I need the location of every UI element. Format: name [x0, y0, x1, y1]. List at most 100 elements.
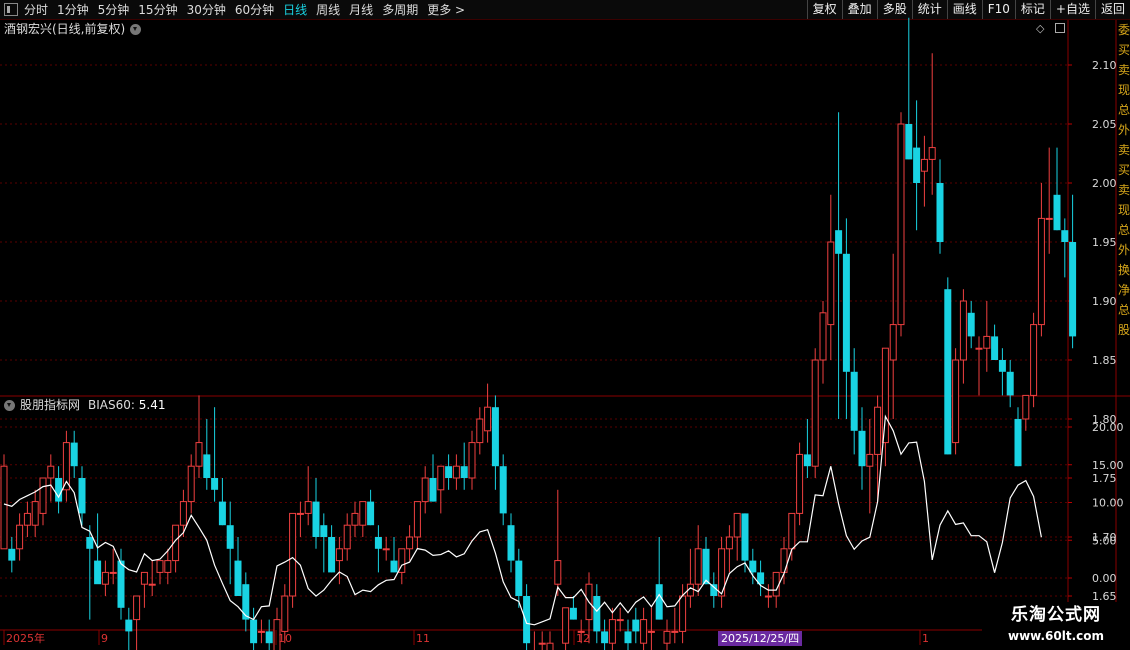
- candle-body-up: [928, 147, 936, 160]
- indicator-label: BIAS60:: [88, 398, 135, 412]
- candle-body-down: [390, 560, 398, 573]
- cursor-date-label: 2025/12/25/四: [718, 631, 803, 646]
- price-axis-label: 1.95: [1092, 236, 1117, 249]
- candle-body-up: [772, 571, 780, 597]
- watermark-title: 乐淘公式网: [1011, 605, 1101, 625]
- candle-body-up: [764, 595, 772, 598]
- candle-body-up: [16, 524, 24, 550]
- candle-body-down: [998, 360, 1006, 372]
- candle-body-up: [608, 619, 616, 644]
- candle-body-up: [39, 477, 47, 514]
- candle-body-up: [827, 241, 835, 326]
- date-axis-label: 11: [416, 632, 430, 645]
- candle-body-up: [554, 560, 562, 585]
- candle-body-down: [624, 631, 632, 644]
- candle-body-up: [811, 359, 819, 467]
- indicator-name[interactable]: 股朋指标网: [20, 397, 80, 413]
- candle-body-down: [250, 619, 258, 644]
- candle-body-down: [211, 478, 219, 490]
- candle-body-up: [109, 571, 117, 574]
- candle-body-down: [491, 407, 499, 467]
- candle-body-down: [374, 537, 382, 549]
- candle-body-down: [86, 537, 94, 549]
- main-panel-header: 酒钢宏兴(日线,前复权): [4, 21, 142, 37]
- kline-chart[interactable]: 2.102.052.001.951.901.851.801.751.701.65…: [0, 0, 1130, 650]
- candle-body-up: [959, 300, 967, 361]
- candle-body-up: [562, 607, 570, 644]
- candle-body-up: [546, 642, 554, 650]
- date-axis-label: 9: [101, 632, 108, 645]
- date-axis-label: 10: [278, 632, 292, 645]
- candle-body-down: [710, 584, 718, 596]
- price-axis-label: 1.75: [1092, 472, 1117, 485]
- candle-body-up: [694, 548, 702, 585]
- date-axis-label: 12: [576, 632, 590, 645]
- candle-body-up: [476, 418, 484, 444]
- candle-body-down: [8, 548, 16, 561]
- candle-body-down: [842, 253, 850, 372]
- candle-body-down: [741, 513, 749, 561]
- candle-body-up: [195, 442, 203, 467]
- candle-body-up: [788, 512, 796, 550]
- chevron-down-icon[interactable]: [130, 23, 142, 35]
- watermark: 乐淘公式网 www.60lt.com: [982, 602, 1130, 650]
- chevron-down-icon[interactable]: [4, 399, 15, 411]
- candle-body-up: [343, 524, 351, 550]
- candle-body-up: [437, 465, 445, 491]
- indicator-value: 5.41: [138, 398, 166, 412]
- candle-body-up: [952, 359, 960, 444]
- candle-body-up: [359, 501, 367, 526]
- price-axis-label: 2.05: [1092, 118, 1117, 131]
- candle-body-up: [382, 548, 390, 551]
- candle-body-down: [94, 560, 102, 585]
- candle-body-down: [1069, 242, 1077, 337]
- candle-body-down: [803, 454, 811, 467]
- indicator-axis-label: 5.00: [1092, 534, 1117, 547]
- candle-body-up: [133, 595, 141, 621]
- candle-body-down: [967, 312, 975, 337]
- candle-body-down: [523, 596, 531, 644]
- candle-body-down: [601, 631, 609, 644]
- candle-body-up: [640, 619, 648, 644]
- candle-body-down: [312, 501, 320, 537]
- candle-body-up: [164, 560, 172, 573]
- candle-body-down: [1014, 419, 1022, 467]
- candle-body-down: [936, 183, 944, 242]
- candle-body-down: [203, 454, 211, 478]
- candle-body-down: [913, 147, 921, 183]
- candle-body-down: [70, 442, 78, 467]
- diamond-icon[interactable]: ◇: [1036, 22, 1044, 35]
- watermark-url: www.60lt.com: [1007, 629, 1105, 643]
- quote-sidebar-edge[interactable]: 委买卖现总外卖买卖现总外换净总股: [1118, 20, 1130, 630]
- candle-body-down: [702, 548, 710, 585]
- candle-body-up: [156, 560, 164, 573]
- candle-body-down: [320, 525, 328, 537]
- indicator-axis-label: 0.00: [1092, 572, 1117, 585]
- candle-body-up: [881, 347, 889, 444]
- candle-body-down: [593, 596, 601, 632]
- window-toggle-icon[interactable]: [1055, 23, 1065, 33]
- candle-body-down: [515, 560, 523, 596]
- candle-body-down: [1006, 371, 1014, 396]
- price-axis-label: 1.85: [1092, 354, 1117, 367]
- candle-body-up: [663, 630, 671, 644]
- candle-body-down: [328, 537, 336, 573]
- candle-body-down: [265, 631, 273, 644]
- candle-body-up: [1037, 217, 1045, 326]
- candle-body-down: [905, 124, 913, 160]
- candle-body-down: [835, 230, 843, 254]
- candle-body-down: [460, 466, 468, 478]
- candle-body-up: [179, 501, 187, 526]
- indicator-panel-header: 股朋指标网 BIAS60: 5.41: [4, 397, 165, 413]
- candle-body-down: [858, 430, 866, 467]
- candle-body-up: [101, 571, 109, 585]
- candle-body-up: [889, 324, 897, 361]
- candle-body-up: [1030, 324, 1038, 396]
- candle-body-up: [452, 465, 460, 479]
- candle-body-down: [944, 289, 952, 455]
- candle-body-up: [468, 442, 476, 479]
- candle-body-up: [289, 512, 297, 597]
- candle-body-down: [242, 584, 250, 620]
- candle-body-down: [234, 560, 242, 596]
- candle-body-up: [47, 465, 55, 479]
